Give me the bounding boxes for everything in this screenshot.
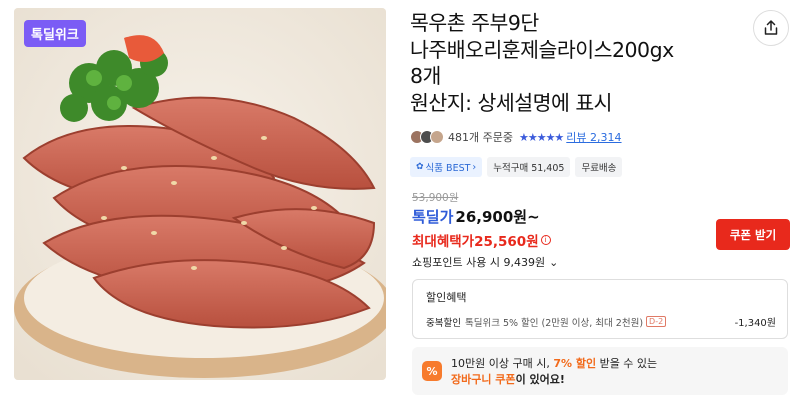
deal-price-row: 톡딜가 26,900원~ (412, 206, 540, 227)
percent-icon: % (422, 361, 442, 381)
shopping-points-text: 쇼핑포인트 사용 시 9,439원 (412, 256, 546, 269)
review-count: 2,314 (590, 131, 622, 144)
share-button[interactable] (753, 10, 789, 46)
tag-free-shipping: 무료배송 (575, 157, 623, 177)
discount-amount: -1,340원 (734, 318, 776, 329)
promo-line-1: 10만원 이상 구매 시, 7% 할인 받을 수 있는 (451, 356, 657, 372)
promo-text-part: 이 있어요! (515, 373, 565, 386)
review-label: 리뷰 (566, 131, 587, 144)
flower-icon: ✿ (416, 162, 424, 172)
promo-text-part: 받을 수 있는 (596, 357, 658, 370)
deal-label: 톡딜가 (412, 208, 454, 226)
talkdeal-week-badge: 톡딜위크 (24, 20, 86, 47)
shopping-points-toggle[interactable]: 쇼핑포인트 사용 시 9,439원 ⌄ (412, 254, 558, 270)
discount-line-label: 중복할인 (426, 317, 461, 329)
max-benefit-label: 최대혜택가 (412, 234, 475, 250)
info-icon[interactable]: i (540, 235, 551, 245)
tag-row: ✿ 식품 BEST › 누적구매 51,405 무료배송 (410, 157, 623, 177)
promo-text: 10만원 이상 구매 시, 7% 할인 받을 수 있는 장바구니 쿠폰이 있어요… (451, 356, 657, 388)
deal-price: 26,900원~ (455, 208, 540, 226)
product-info-panel: 목우촌 주부9단 나주배오리훈제슬라이스200gx 8개 원산지: 상세설명에 … (410, 0, 790, 409)
discount-title: 할인혜택 (426, 291, 467, 304)
promo-highlight: 7% 할인 (553, 357, 597, 370)
buyer-avatars (410, 130, 444, 144)
get-coupon-button[interactable]: 쿠폰 받기 (716, 219, 790, 250)
max-benefit-row: 최대혜택가 25,560원 i (412, 230, 551, 250)
chevron-down-icon: ⌄ (549, 255, 559, 269)
product-title: 목우촌 주부9단 나주배오리훈제슬라이스200gx 8개 원산지: 상세설명에 … (410, 10, 740, 116)
order-count: 481개 주문중 (448, 131, 513, 144)
chevron-right-icon: › (472, 161, 477, 173)
rating-row: 481개 주문중 ★★★★★ 리뷰 2,314 (410, 128, 622, 146)
d-day-badge: D-2 (646, 316, 667, 327)
product-title-line: 목우촌 주부9단 (410, 11, 539, 35)
review-link[interactable]: 리뷰 2,314 (566, 129, 621, 145)
max-benefit-price: 25,560원 (474, 234, 539, 250)
smoked-duck-photo (14, 8, 386, 380)
product-title-line: 원산지: 상세설명에 표시 (410, 90, 613, 115)
promo-line-2: 장바구니 쿠폰이 있어요! (451, 372, 657, 388)
star-rating-icon: ★★★★★ (518, 130, 564, 144)
promo-text-part: 10만원 이상 구매 시, (451, 357, 554, 370)
product-title-line: 나주배오리훈제슬라이스200gx (410, 37, 674, 62)
product-title-line: 8개 (410, 64, 441, 88)
product-image[interactable]: 톡딜위크 (14, 8, 386, 380)
promo-highlight: 장바구니 쿠폰 (451, 373, 516, 386)
avatar (430, 130, 444, 144)
tag-label: 식품 BEST (425, 163, 471, 174)
discount-line: 중복할인 톡딜위크 5% 할인 (2만원 이상, 최대 2천원) D-2 -1,… (426, 314, 776, 329)
tag-food-best[interactable]: ✿ 식품 BEST › (410, 157, 483, 177)
share-icon (764, 20, 778, 35)
original-price: 53,900원 (412, 192, 459, 204)
tag-cumulative-purchases: 누적구매 51,405 (487, 157, 571, 177)
discount-line-desc: 톡딜위크 5% 할인 (2만원 이상, 최대 2천원) (464, 317, 644, 329)
discount-benefits-box: 할인혜택 중복할인 톡딜위크 5% 할인 (2만원 이상, 최대 2천원) D-… (412, 279, 788, 339)
cart-coupon-promo[interactable]: % 10만원 이상 구매 시, 7% 할인 받을 수 있는 장바구니 쿠폰이 있… (412, 347, 788, 395)
